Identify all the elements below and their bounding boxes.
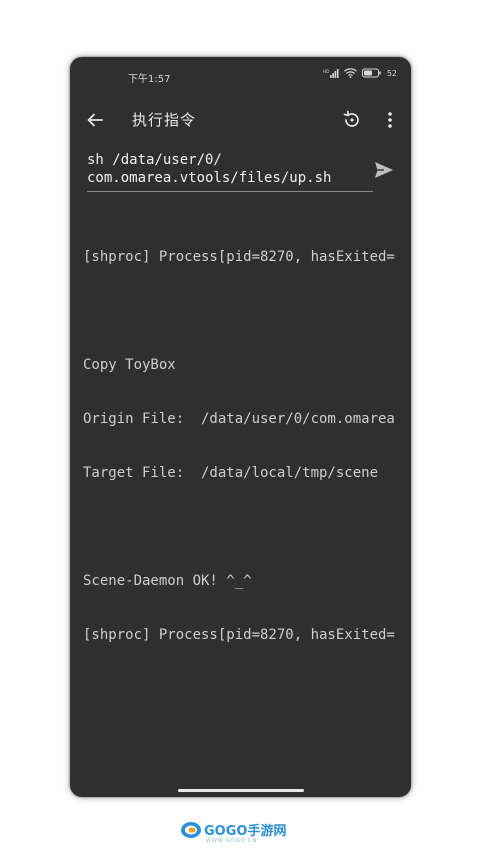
status-icons: HD 52 <box>323 68 397 78</box>
output-line: Scene-Daemon OK! ^_^ <box>83 573 252 589</box>
page-title: 执行指令 <box>132 111 197 129</box>
status-bar: 下午1:57 HD 52 <box>70 57 411 95</box>
more-options-button[interactable] <box>377 107 403 133</box>
command-output: [shproc] Process[pid=8270, hasExited= Co… <box>83 212 397 680</box>
command-input-underline <box>87 191 373 192</box>
app-bar: 执行指令 <box>70 95 411 147</box>
watermark-text: GOGO手游网 <box>204 824 287 839</box>
phone-screen: 下午1:57 HD 52 执行指令 sh /data/user/0/ com.o… <box>70 57 411 797</box>
battery-icon <box>361 68 381 78</box>
status-time: 下午1:57 <box>128 74 171 85</box>
watermark-subtext: WWW.GOGO.CN <box>206 838 258 844</box>
back-button[interactable] <box>82 107 108 133</box>
wifi-icon <box>343 68 357 78</box>
history-button[interactable] <box>339 107 365 133</box>
arrow-left-icon <box>87 113 103 127</box>
output-line: [shproc] Process[pid=8270, hasExited= <box>83 249 395 265</box>
svg-text:HD: HD <box>323 69 329 74</box>
gogo-logo-icon <box>181 821 201 838</box>
output-line: Copy ToyBox <box>83 357 176 373</box>
send-button[interactable] <box>371 157 397 183</box>
signal-icon: HD <box>323 69 339 78</box>
more-vert-icon <box>388 112 392 128</box>
home-indicator[interactable] <box>178 789 304 792</box>
history-icon <box>343 110 359 127</box>
output-line: Target File: /data/local/tmp/scene <box>83 465 379 481</box>
battery-level: 52 <box>386 68 397 78</box>
watermark-logo: GOGO手游网 WWW.GOGO.CN <box>180 820 287 844</box>
command-input[interactable]: sh /data/user/0/ com.omarea.vtools/files… <box>87 151 371 189</box>
send-icon <box>375 162 393 178</box>
output-line: [shproc] Process[pid=8270, hasExited= <box>83 627 395 643</box>
output-line: Origin File: /data/user/0/com.omarea <box>83 411 395 427</box>
